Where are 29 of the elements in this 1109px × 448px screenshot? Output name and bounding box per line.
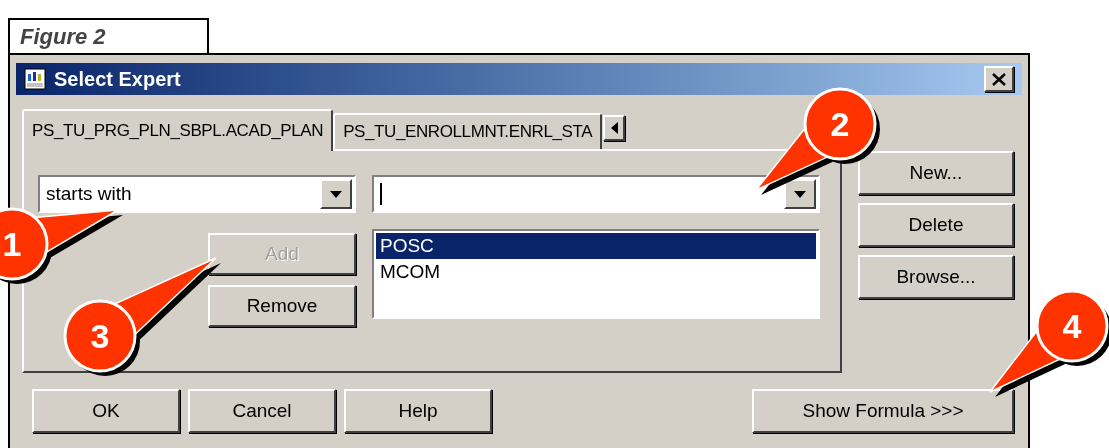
text-cursor [380, 183, 382, 205]
callout-tooltip: 3 [63, 256, 223, 378]
dropdown-button[interactable] [320, 179, 352, 209]
callout-tooltip: 2 [754, 87, 882, 197]
close-button[interactable] [984, 66, 1014, 92]
callout-tooltip: 4 [988, 289, 1109, 399]
dropdown-button[interactable] [784, 179, 816, 209]
dialog-button[interactable]: Help [344, 389, 492, 433]
dropdown-value: starts with [46, 181, 132, 206]
close-icon [992, 72, 1006, 86]
show-formula-button[interactable]: Show Formula >>> [752, 389, 1014, 433]
tab[interactable]: PS_TU_ENROLLMNT.ENRL_STA [333, 113, 603, 149]
list-button[interactable]: Remove [208, 285, 356, 327]
side-button[interactable]: Delete [858, 203, 1014, 247]
tab[interactable]: PS_TU_PRG_PLN_SBPL.ACAD_PLAN [22, 109, 334, 151]
list-item[interactable]: MCOM [376, 259, 816, 285]
left-arrow-icon [610, 122, 618, 134]
caret-icon [330, 190, 342, 198]
tab-scroll-left-button[interactable] [603, 115, 626, 141]
dialog-button[interactable]: Cancel [188, 389, 336, 433]
side-button[interactable]: Browse... [858, 255, 1014, 299]
window-title: Select Expert [54, 67, 181, 92]
callout-tooltip: 1 [0, 207, 125, 286]
side-button[interactable]: New... [858, 151, 1014, 195]
dialog-button[interactable]: OK [32, 389, 180, 433]
operator-dropdown[interactable]: starts with [38, 175, 356, 213]
value-dropdown[interactable] [372, 175, 820, 213]
chart-icon [24, 68, 46, 90]
list-item[interactable]: POSC [376, 233, 816, 259]
